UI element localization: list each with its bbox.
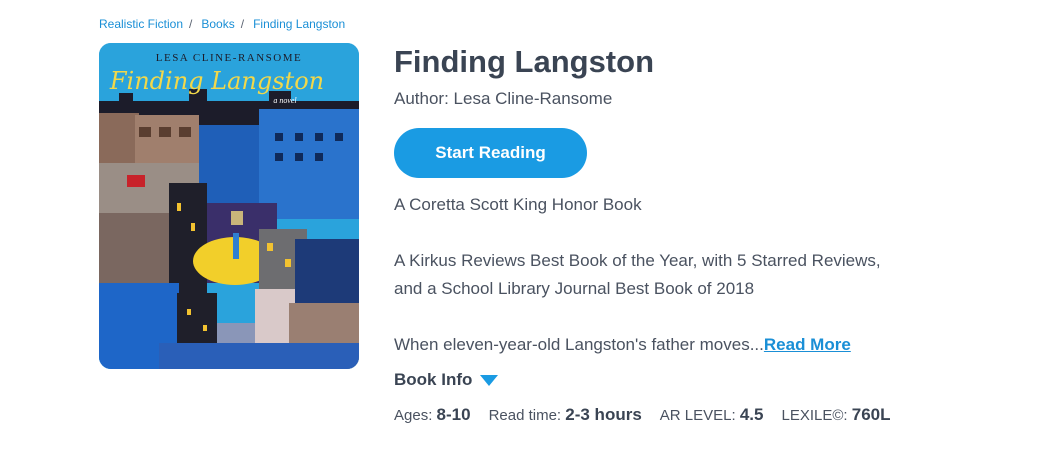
book-author: Author: Lesa Cline-Ransome: [394, 89, 613, 108]
meta-ages-label: Ages:: [394, 407, 437, 424]
caret-down-icon: [480, 374, 499, 386]
book-cover[interactable]: LESA CLINE-RANSOME Finding Langston a no…: [99, 43, 359, 369]
breadcrumb-separator: /: [189, 17, 193, 31]
start-reading-button[interactable]: Start Reading: [394, 128, 587, 178]
summary-text: When eleven-year-old Langston's father m…: [394, 335, 764, 354]
book-title: Finding Langston: [394, 44, 655, 79]
description-reviews: A Kirkus Reviews Best Book of the Year, …: [394, 247, 881, 303]
meta-read-time: Read time: 2-3 hours: [489, 405, 642, 425]
meta-read-time-label: Read time:: [488, 407, 566, 424]
cover-subtitle-text: a novel: [273, 96, 297, 105]
read-more-link[interactable]: Read More: [764, 335, 851, 354]
breadcrumb-realistic-fiction[interactable]: Realistic Fiction: [99, 17, 183, 31]
meta-ages-value: 8-10: [436, 405, 471, 424]
meta-ar-level-value: 4.5: [739, 405, 764, 424]
breadcrumb: Realistic Fiction / Books / Finding Lang…: [99, 17, 345, 31]
breadcrumb-separator: /: [240, 17, 245, 31]
meta-ages: Ages: 8-10: [394, 405, 471, 425]
book-info-label: Book Info: [394, 370, 473, 389]
meta-lexile-value: 760L: [851, 405, 891, 424]
description-summary: When eleven-year-old Langston's father m…: [394, 331, 851, 359]
description-reviews-line-2: and a School Library Journal Best Book o…: [394, 279, 755, 298]
meta-ar-level: AR LEVEL: 4.5: [660, 405, 764, 425]
meta-ar-level-label: AR LEVEL:: [659, 407, 740, 424]
breadcrumb-books[interactable]: Books: [201, 17, 234, 31]
meta-read-time-value: 2-3 hours: [565, 405, 642, 424]
book-info-toggle[interactable]: Book Info: [394, 370, 499, 390]
description-award: A Coretta Scott King Honor Book: [394, 195, 642, 214]
book-cover-art: LESA CLINE-RANSOME Finding Langston a no…: [99, 43, 359, 369]
breadcrumb-current[interactable]: Finding Langston: [253, 17, 345, 31]
meta-lexile: LEXILE©: 760L: [781, 405, 890, 425]
description-reviews-line-1: A Kirkus Reviews Best Book of the Year, …: [394, 251, 881, 270]
cover-author-text: LESA CLINE-RANSOME: [156, 52, 302, 64]
book-meta: Ages: 8-10 Read time: 2-3 hours AR LEVEL…: [394, 405, 909, 425]
cover-title-text: Finding Langston: [109, 67, 324, 95]
meta-lexile-label: LEXILE©:: [781, 407, 852, 424]
